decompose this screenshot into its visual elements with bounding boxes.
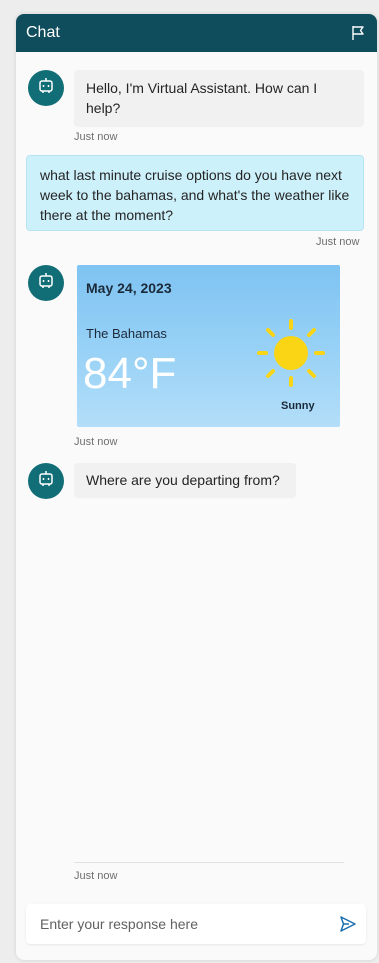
response-input[interactable] xyxy=(26,904,330,944)
bot-avatar xyxy=(28,463,64,499)
header-title: Chat xyxy=(26,24,60,41)
weather-condition: Sunny xyxy=(281,400,315,412)
bot-message-greeting: Hello, I'm Virtual Assistant. How can I … xyxy=(74,70,364,126)
timestamp: Just now xyxy=(74,870,118,882)
timestamp: Just now xyxy=(316,236,360,248)
departure-text: Where are you departing from? xyxy=(86,472,280,488)
divider xyxy=(74,862,344,863)
bot-icon xyxy=(36,271,56,296)
bot-avatar xyxy=(28,70,64,106)
sun-icon xyxy=(253,315,329,391)
bot-icon xyxy=(36,469,56,494)
composer xyxy=(26,904,366,944)
send-icon[interactable] xyxy=(330,906,366,942)
weather-location: The Bahamas xyxy=(86,326,167,341)
bot-avatar xyxy=(28,265,64,301)
weather-date: May 24, 2023 xyxy=(86,280,172,296)
chat-header: Chat xyxy=(16,14,377,52)
bot-message-departure: Where are you departing from? xyxy=(74,463,296,497)
bot-icon xyxy=(36,76,56,101)
user-message: what last minute cruise options do you h… xyxy=(26,155,364,231)
weather-temperature: 84°F xyxy=(83,349,177,398)
flag-icon[interactable] xyxy=(349,24,367,42)
chat-panel: Chat Hello, I'm Virtual Assistant. How c… xyxy=(16,14,377,960)
user-message-text: what last minute cruise options do you h… xyxy=(40,167,350,223)
timestamp: Just now xyxy=(74,131,118,143)
timestamp: Just now xyxy=(74,436,118,448)
weather-card: May 24, 2023 The Bahamas 84°F Sunny xyxy=(77,265,340,427)
greeting-text: Hello, I'm Virtual Assistant. How can I … xyxy=(86,80,318,116)
